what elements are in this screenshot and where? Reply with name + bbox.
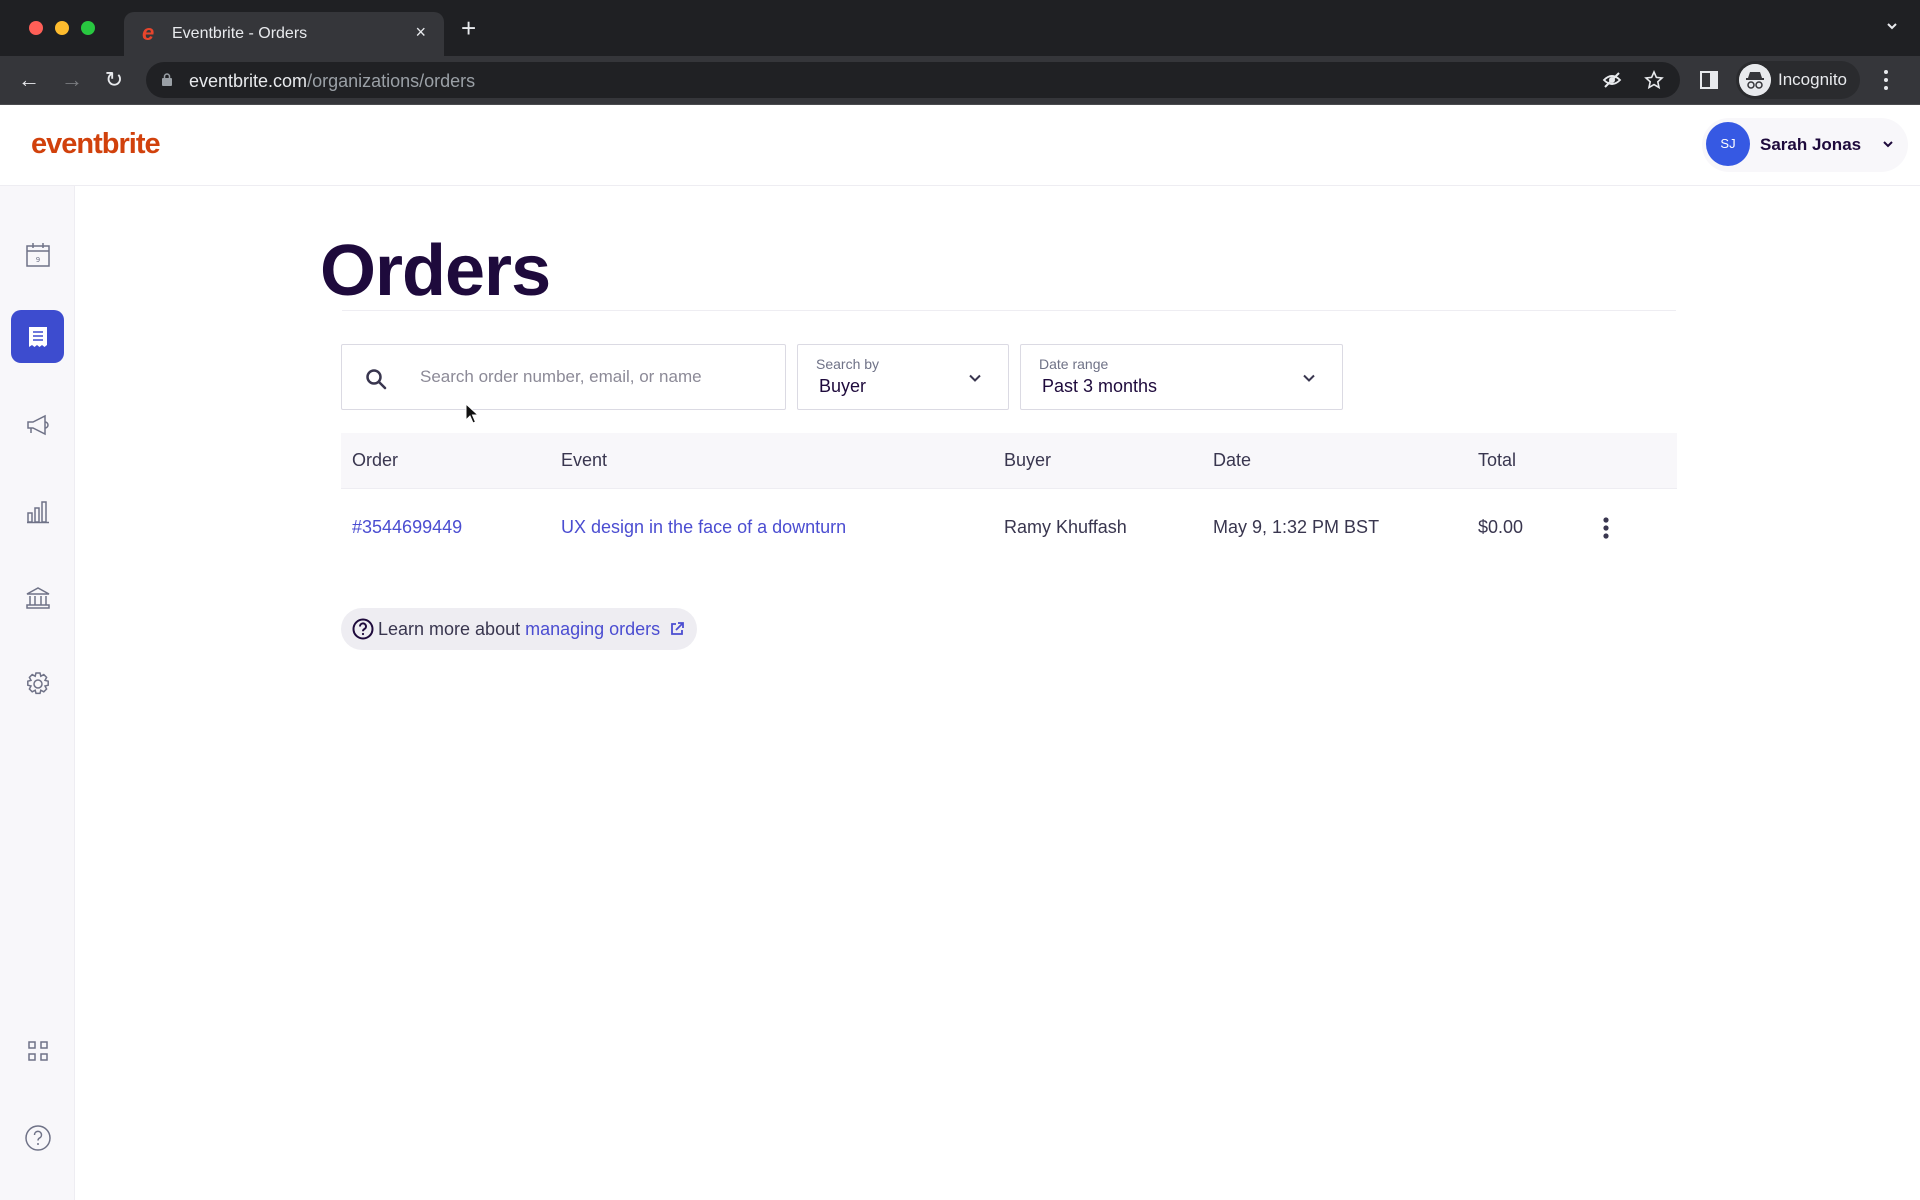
sidebar: 9 bbox=[0, 186, 75, 1200]
buyer-name: Ramy Khuffash bbox=[1004, 517, 1127, 537]
window-close-button[interactable] bbox=[29, 21, 43, 35]
incognito-icon bbox=[1739, 64, 1771, 96]
chevron-down-icon bbox=[1303, 374, 1315, 382]
column-header-event: Event bbox=[561, 450, 608, 470]
order-date: May 9, 1:32 PM BST bbox=[1213, 517, 1380, 537]
eye-slash-icon[interactable] bbox=[1602, 70, 1622, 90]
new-tab-button[interactable]: + bbox=[461, 15, 476, 41]
mouse-cursor-icon bbox=[465, 403, 479, 424]
close-tab-icon[interactable]: × bbox=[415, 22, 426, 43]
page-title: Orders bbox=[320, 231, 551, 311]
app-header: eventbrite SJ Sarah Jonas bbox=[0, 106, 1920, 186]
title-divider bbox=[342, 310, 1676, 311]
url-text: eventbrite.com/organizations/orders bbox=[189, 71, 475, 92]
tab-search-chevron-icon[interactable] bbox=[1886, 20, 1898, 32]
sidebar-item-reports[interactable] bbox=[11, 485, 64, 538]
user-menu-button[interactable]: SJ Sarah Jonas bbox=[1702, 118, 1908, 172]
external-link-icon[interactable] bbox=[669, 621, 685, 637]
order-total: $0.00 bbox=[1478, 517, 1524, 537]
event-link[interactable]: UX design in the face of a downturn bbox=[561, 517, 846, 538]
app-grid-icon bbox=[27, 1040, 48, 1061]
url-domain: eventbrite.com bbox=[189, 71, 308, 91]
calendar-icon: 9 bbox=[25, 242, 50, 267]
question-circle-icon bbox=[352, 618, 374, 640]
chevron-down-icon bbox=[1883, 141, 1893, 148]
sidebar-item-orders[interactable] bbox=[11, 310, 64, 363]
search-field[interactable] bbox=[341, 344, 786, 410]
chevron-down-icon bbox=[969, 374, 981, 382]
receipt-icon bbox=[28, 326, 47, 347]
megaphone-icon bbox=[26, 414, 49, 435]
window-maximize-button[interactable] bbox=[81, 21, 95, 35]
url-path: /organizations/orders bbox=[307, 71, 476, 91]
bank-icon bbox=[25, 586, 50, 609]
sidebar-item-apps[interactable] bbox=[11, 1024, 64, 1077]
help-icon bbox=[24, 1124, 51, 1151]
column-header-buyer: Buyer bbox=[1004, 450, 1052, 470]
browser-menu-icon[interactable] bbox=[1884, 69, 1888, 91]
back-arrow-icon[interactable]: ← bbox=[17, 68, 41, 92]
sidebar-item-help[interactable] bbox=[11, 1111, 64, 1164]
lock-icon bbox=[162, 73, 172, 86]
order-number-link[interactable]: #3544699449 bbox=[352, 517, 462, 538]
search-by-label: Search by bbox=[816, 356, 880, 372]
user-name: Sarah Jonas bbox=[1760, 135, 1862, 154]
incognito-label: Incognito bbox=[1778, 70, 1847, 89]
tab-title: Eventbrite - Orders bbox=[172, 25, 308, 42]
sidebar-item-finance[interactable] bbox=[11, 571, 64, 624]
incognito-profile-button[interactable]: Incognito bbox=[1736, 61, 1860, 99]
bar-chart-icon bbox=[26, 500, 49, 523]
date-range-label: Date range bbox=[1039, 356, 1109, 372]
search-input[interactable] bbox=[420, 363, 770, 391]
orders-table: Order Event Buyer Date Total #3544699449… bbox=[341, 433, 1677, 539]
date-range-value: Past 3 months bbox=[1042, 376, 1158, 396]
learn-more-text: Learn more about bbox=[378, 618, 521, 639]
eventbrite-logo[interactable]: eventbrite bbox=[31, 128, 161, 161]
avatar: SJ bbox=[1706, 122, 1750, 166]
sidebar-item-settings[interactable] bbox=[11, 657, 64, 710]
sidebar-item-marketing[interactable] bbox=[11, 398, 64, 451]
row-actions-menu-icon[interactable] bbox=[1603, 516, 1609, 540]
side-panel-icon[interactable] bbox=[1700, 71, 1718, 89]
column-header-order: Order bbox=[352, 450, 399, 470]
address-bar[interactable]: eventbrite.com/organizations/orders bbox=[146, 62, 1680, 98]
gear-icon bbox=[26, 671, 49, 694]
search-by-value: Buyer bbox=[819, 376, 867, 396]
svg-text:9: 9 bbox=[35, 256, 39, 264]
column-header-date: Date bbox=[1213, 450, 1252, 470]
eventbrite-favicon-icon: e bbox=[142, 20, 155, 45]
bookmark-star-icon[interactable] bbox=[1644, 70, 1664, 90]
date-range-select[interactable]: Date range Past 3 months bbox=[1020, 344, 1343, 410]
browser-tab-bar: e Eventbrite - Orders × + bbox=[0, 0, 1920, 56]
managing-orders-link[interactable]: managing orders bbox=[525, 619, 660, 640]
table-header: Order Event Buyer Date Total bbox=[341, 433, 1677, 489]
browser-toolbar: ← → ↻ eventbrite.com/organizations/order… bbox=[0, 56, 1920, 105]
sidebar-item-events[interactable]: 9 bbox=[11, 228, 64, 281]
search-icon bbox=[366, 369, 387, 390]
browser-tab[interactable]: e Eventbrite - Orders × bbox=[124, 12, 444, 56]
forward-arrow-icon[interactable]: → bbox=[60, 68, 84, 92]
reload-icon[interactable]: ↻ bbox=[102, 68, 126, 92]
learn-more-banner: Learn more about managing orders bbox=[341, 608, 698, 650]
window-minimize-button[interactable] bbox=[55, 21, 69, 35]
search-by-select[interactable]: Search by Buyer bbox=[797, 344, 1009, 410]
column-header-total: Total bbox=[1478, 450, 1517, 470]
